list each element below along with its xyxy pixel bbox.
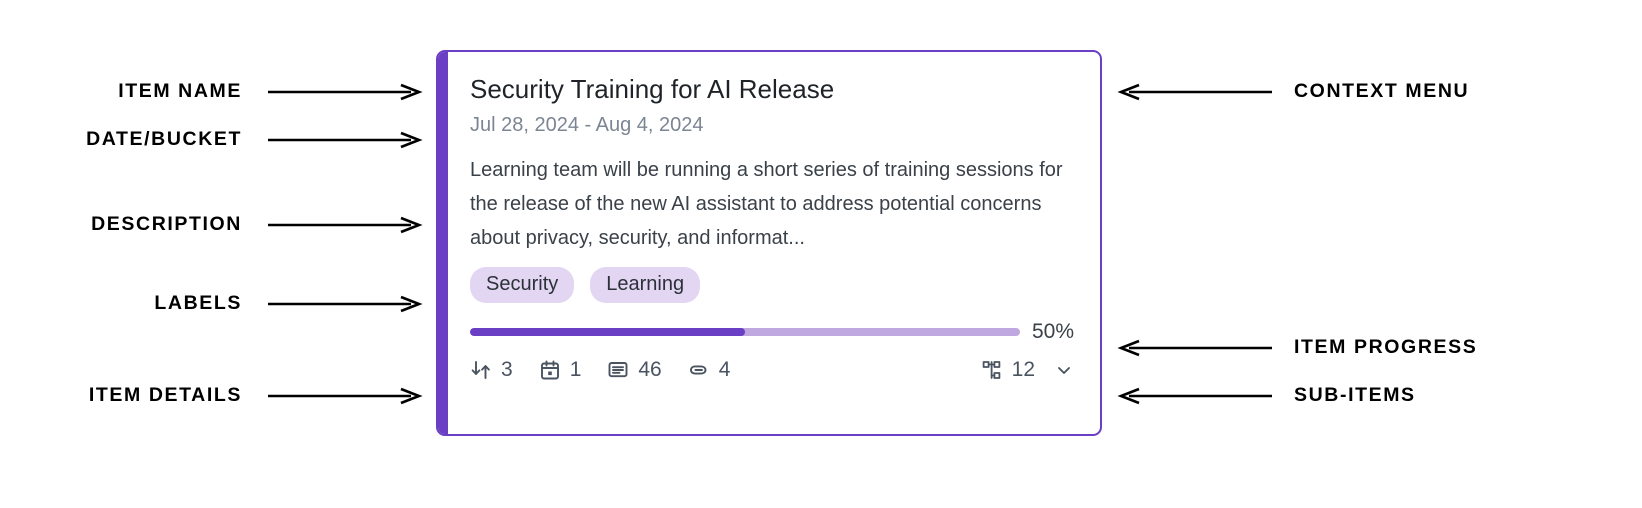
annotation-label-sub-items: SUB-ITEMS xyxy=(1294,384,1416,406)
card-body: Security Training for AI Release Jul 28,… xyxy=(448,52,1100,434)
annotation-arrow-description xyxy=(268,215,423,235)
item-date-range: Jul 28, 2024 - Aug 4, 2024 xyxy=(470,114,704,137)
annotation-label-description: DESCRIPTION xyxy=(91,213,242,235)
annotation-label-item-progress: ITEM PROGRESS xyxy=(1294,336,1478,358)
item-card[interactable]: Security Training for AI Release Jul 28,… xyxy=(436,50,1102,436)
detail-subitems[interactable]: 12 xyxy=(981,358,1074,382)
annotation-arrow-labels xyxy=(268,294,423,314)
detail-dependencies[interactable]: 3 xyxy=(470,358,513,382)
annotation-arrow-item-name xyxy=(268,82,423,102)
detail-comments-value: 46 xyxy=(638,358,662,382)
annotation-arrow-sub-items xyxy=(1117,386,1272,406)
attachment-icon xyxy=(688,359,710,381)
calendar-icon xyxy=(539,359,561,381)
progress-track[interactable] xyxy=(470,328,1020,337)
annotation-label-item-details: ITEM DETAILS xyxy=(88,384,242,406)
detail-attachments[interactable]: 4 xyxy=(688,358,731,382)
annotation-arrow-context-menu xyxy=(1117,82,1272,102)
item-title: Security Training for AI Release xyxy=(470,74,835,104)
item-description: Learning team will be running a short se… xyxy=(470,159,1063,250)
annotation-label-item-name: ITEM NAME xyxy=(118,80,242,102)
detail-dependencies-value: 3 xyxy=(501,358,513,382)
annotation-arrow-item-progress xyxy=(1117,338,1272,358)
annotation-arrow-date-bucket xyxy=(268,130,423,150)
progress-fill xyxy=(470,328,745,337)
item-labels: Security Learning xyxy=(470,267,1074,304)
chevron-down-icon[interactable] xyxy=(1054,360,1074,380)
item-progress: 50% xyxy=(470,320,1074,344)
detail-comments[interactable]: 46 xyxy=(607,358,662,382)
detail-tasks-value: 1 xyxy=(569,358,582,382)
detail-attachments-value: 4 xyxy=(718,358,731,382)
annotation-arrow-item-details xyxy=(268,386,423,406)
detail-subitems-value: 12 xyxy=(1011,358,1035,382)
annotation-label-date-bucket: DATE/BUCKET xyxy=(86,128,242,150)
label-pill-learning[interactable]: Learning xyxy=(590,267,701,304)
annotation-label-context-menu: CONTEXT MENU xyxy=(1294,80,1470,102)
comment-icon xyxy=(607,359,629,381)
label-pill-security[interactable]: Security xyxy=(470,267,575,304)
card-accent-bar xyxy=(438,52,448,434)
progress-percent-label: 50% xyxy=(1031,320,1074,344)
hierarchy-icon xyxy=(981,359,1003,381)
dependency-icon xyxy=(470,359,492,381)
item-details-row: 3 1 46 4 12 xyxy=(470,358,1074,382)
detail-tasks[interactable]: 1 xyxy=(539,358,582,382)
annotation-label-labels: LABELS xyxy=(154,292,242,314)
